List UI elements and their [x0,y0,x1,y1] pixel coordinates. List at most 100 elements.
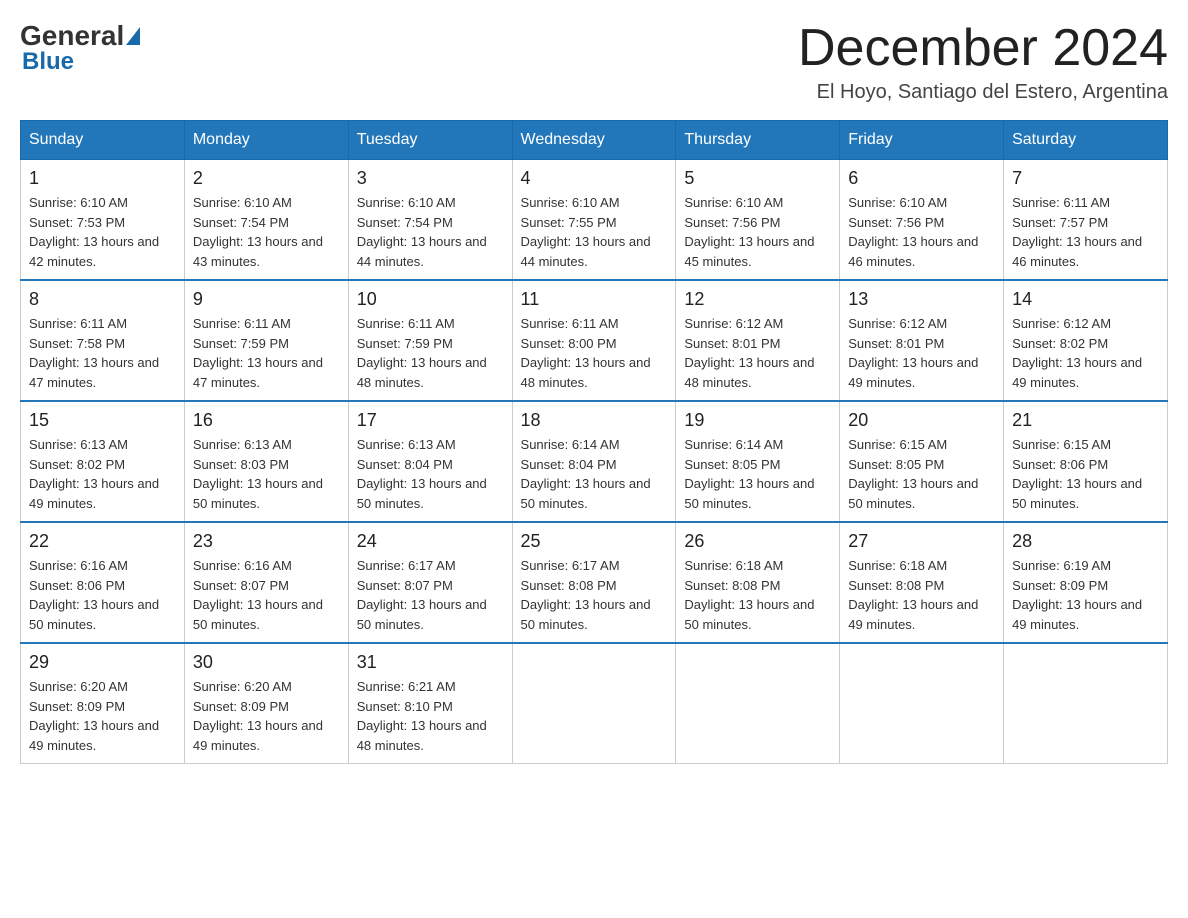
calendar-cell: 15 Sunrise: 6:13 AMSunset: 8:02 PMDayligh… [21,401,185,522]
calendar-cell: 23 Sunrise: 6:16 AMSunset: 8:07 PMDayligh… [184,522,348,643]
week-row-5: 29 Sunrise: 6:20 AMSunset: 8:09 PMDayligh… [21,643,1168,764]
calendar-cell: 17 Sunrise: 6:13 AMSunset: 8:04 PMDayligh… [348,401,512,522]
day-number: 8 [29,289,176,310]
day-info: Sunrise: 6:14 AMSunset: 8:04 PMDaylight:… [521,435,668,513]
day-info: Sunrise: 6:17 AMSunset: 8:07 PMDaylight:… [357,556,504,634]
day-number: 31 [357,652,504,673]
logo: General Blue [20,20,142,76]
day-info: Sunrise: 6:10 AMSunset: 7:56 PMDaylight:… [848,193,995,271]
calendar-cell: 24 Sunrise: 6:17 AMSunset: 8:07 PMDayligh… [348,522,512,643]
calendar-cell: 7Sunrise: 6:11 AMSunset: 7:57 PMDaylight… [1004,160,1168,281]
day-number: 1 [29,168,176,189]
day-info: Sunrise: 6:11 AMSunset: 7:58 PMDaylight:… [29,314,176,392]
day-number: 24 [357,531,504,552]
day-info: Sunrise: 6:19 AMSunset: 8:09 PMDaylight:… [1012,556,1159,634]
calendar-cell: 3Sunrise: 6:10 AMSunset: 7:54 PMDaylight… [348,160,512,281]
calendar-cell: 10Sunrise: 6:11 AMSunset: 7:59 PMDayligh… [348,280,512,401]
calendar-cell [840,643,1004,764]
day-info: Sunrise: 6:21 AMSunset: 8:10 PMDaylight:… [357,677,504,755]
day-info: Sunrise: 6:17 AMSunset: 8:08 PMDaylight:… [521,556,668,634]
day-number: 9 [193,289,340,310]
day-info: Sunrise: 6:12 AMSunset: 8:01 PMDaylight:… [684,314,831,392]
day-number: 22 [29,531,176,552]
day-info: Sunrise: 6:16 AMSunset: 8:07 PMDaylight:… [193,556,340,634]
calendar-table: SundayMondayTuesdayWednesdayThursdayFrid… [20,120,1168,764]
week-row-2: 8 Sunrise: 6:11 AMSunset: 7:58 PMDaylight… [21,280,1168,401]
calendar-cell: 13 Sunrise: 6:12 AMSunset: 8:01 PMDayligh… [840,280,1004,401]
day-info: Sunrise: 6:10 AMSunset: 7:55 PMDaylight:… [521,193,668,271]
calendar-cell: 22 Sunrise: 6:16 AMSunset: 8:06 PMDayligh… [21,522,185,643]
day-info: Sunrise: 6:14 AMSunset: 8:05 PMDaylight:… [684,435,831,513]
day-info: Sunrise: 6:12 AMSunset: 8:01 PMDaylight:… [848,314,995,392]
day-number: 19 [684,410,831,431]
day-header-friday: Friday [840,121,1004,160]
day-header-monday: Monday [184,121,348,160]
day-number: 2 [193,168,340,189]
calendar-cell: 6Sunrise: 6:10 AMSunset: 7:56 PMDaylight… [840,160,1004,281]
day-info: Sunrise: 6:10 AMSunset: 7:54 PMDaylight:… [357,193,504,271]
day-number: 12 [684,289,831,310]
day-number: 16 [193,410,340,431]
day-number: 21 [1012,410,1159,431]
day-number: 28 [1012,531,1159,552]
calendar-cell: 26 Sunrise: 6:18 AMSunset: 8:08 PMDayligh… [676,522,840,643]
location-title: El Hoyo, Santiago del Estero, Argentina [798,81,1168,104]
day-info: Sunrise: 6:18 AMSunset: 8:08 PMDaylight:… [848,556,995,634]
day-number: 17 [357,410,504,431]
logo-blue-text: Blue [22,48,74,76]
day-info: Sunrise: 6:20 AMSunset: 8:09 PMDaylight:… [29,677,176,755]
day-number: 25 [521,531,668,552]
week-row-1: 1 Sunrise: 6:10 AMSunset: 7:53 PMDaylight… [21,160,1168,281]
month-title: December 2024 [798,20,1168,77]
day-header-saturday: Saturday [1004,121,1168,160]
day-number: 13 [848,289,995,310]
day-number: 15 [29,410,176,431]
calendar-cell [1004,643,1168,764]
day-header-wednesday: Wednesday [512,121,676,160]
day-info: Sunrise: 6:11 AMSunset: 8:00 PMDaylight:… [521,314,668,392]
day-info: Sunrise: 6:15 AMSunset: 8:06 PMDaylight:… [1012,435,1159,513]
calendar-cell: 20 Sunrise: 6:15 AMSunset: 8:05 PMDayligh… [840,401,1004,522]
calendar-cell: 28 Sunrise: 6:19 AMSunset: 8:09 PMDayligh… [1004,522,1168,643]
calendar-cell [676,643,840,764]
day-info: Sunrise: 6:16 AMSunset: 8:06 PMDaylight:… [29,556,176,634]
day-info: Sunrise: 6:13 AMSunset: 8:02 PMDaylight:… [29,435,176,513]
day-number: 5 [684,168,831,189]
day-info: Sunrise: 6:10 AMSunset: 7:56 PMDaylight:… [684,193,831,271]
calendar-cell: 27Sunrise: 6:18 AMSunset: 8:08 PMDayligh… [840,522,1004,643]
calendar-cell: 2Sunrise: 6:10 AMSunset: 7:54 PMDaylight… [184,160,348,281]
day-number: 18 [521,410,668,431]
calendar-cell [512,643,676,764]
day-number: 23 [193,531,340,552]
calendar-cell: 16 Sunrise: 6:13 AMSunset: 8:03 PMDayligh… [184,401,348,522]
calendar-cell: 1 Sunrise: 6:10 AMSunset: 7:53 PMDaylight… [21,160,185,281]
day-info: Sunrise: 6:10 AMSunset: 7:53 PMDaylight:… [29,193,176,271]
page-header: General Blue December 2024 El Hoyo, Sant… [20,20,1168,104]
calendar-cell: 25 Sunrise: 6:17 AMSunset: 8:08 PMDayligh… [512,522,676,643]
title-section: December 2024 El Hoyo, Santiago del Este… [798,20,1168,104]
calendar-cell: 12 Sunrise: 6:12 AMSunset: 8:01 PMDayligh… [676,280,840,401]
day-info: Sunrise: 6:18 AMSunset: 8:08 PMDaylight:… [684,556,831,634]
calendar-cell: 31 Sunrise: 6:21 AMSunset: 8:10 PMDayligh… [348,643,512,764]
day-number: 20 [848,410,995,431]
logo-arrow-icon [126,27,140,45]
day-info: Sunrise: 6:13 AMSunset: 8:04 PMDaylight:… [357,435,504,513]
calendar-cell: 5 Sunrise: 6:10 AMSunset: 7:56 PMDaylight… [676,160,840,281]
day-number: 11 [521,289,668,310]
day-number: 10 [357,289,504,310]
day-header-sunday: Sunday [21,121,185,160]
day-info: Sunrise: 6:12 AMSunset: 8:02 PMDaylight:… [1012,314,1159,392]
calendar-cell: 8 Sunrise: 6:11 AMSunset: 7:58 PMDaylight… [21,280,185,401]
day-info: Sunrise: 6:11 AMSunset: 7:57 PMDaylight:… [1012,193,1159,271]
day-info: Sunrise: 6:13 AMSunset: 8:03 PMDaylight:… [193,435,340,513]
calendar-cell: 9 Sunrise: 6:11 AMSunset: 7:59 PMDaylight… [184,280,348,401]
day-number: 26 [684,531,831,552]
week-row-3: 15 Sunrise: 6:13 AMSunset: 8:02 PMDayligh… [21,401,1168,522]
week-row-4: 22 Sunrise: 6:16 AMSunset: 8:06 PMDayligh… [21,522,1168,643]
day-number: 29 [29,652,176,673]
day-info: Sunrise: 6:15 AMSunset: 8:05 PMDaylight:… [848,435,995,513]
calendar-cell: 19 Sunrise: 6:14 AMSunset: 8:05 PMDayligh… [676,401,840,522]
day-info: Sunrise: 6:11 AMSunset: 7:59 PMDaylight:… [193,314,340,392]
header-row: SundayMondayTuesdayWednesdayThursdayFrid… [21,121,1168,160]
calendar-cell: 29 Sunrise: 6:20 AMSunset: 8:09 PMDayligh… [21,643,185,764]
